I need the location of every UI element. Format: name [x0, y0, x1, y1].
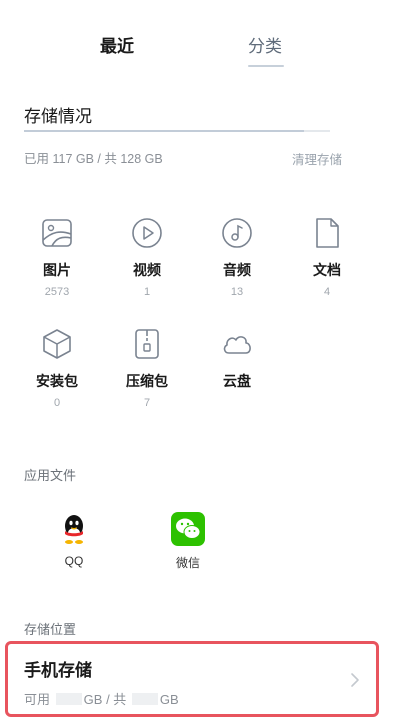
tab-bar: 最近 分类: [0, 32, 400, 72]
category-count: 0: [53, 397, 61, 409]
package-icon: [43, 329, 71, 359]
category-count: 2573: [44, 286, 70, 298]
phone-storage-item[interactable]: 手机存储 可用 GB / 共 GB: [5, 641, 379, 717]
category-count: 7: [143, 397, 151, 409]
category-label: 文档: [313, 262, 341, 278]
available-prefix: 可用: [24, 692, 51, 707]
clean-storage-link[interactable]: 清理存储: [292, 149, 342, 168]
redacted-value: [55, 693, 82, 705]
category-audio[interactable]: 音频 13: [202, 216, 272, 298]
category-images[interactable]: 图片 2573: [22, 216, 92, 298]
category-count: 13: [230, 286, 244, 298]
app-qq[interactable]: QQ: [44, 512, 104, 568]
category-label: 视频: [133, 262, 161, 278]
category-label: 云盘: [223, 373, 251, 389]
category-label: 安装包: [36, 373, 78, 389]
storage-usage-bar: [24, 130, 330, 132]
tab-recent[interactable]: 最近: [100, 32, 134, 57]
document-icon: [316, 218, 339, 248]
phone-storage-capacity: 可用 GB / 共 GB: [24, 689, 179, 708]
video-icon: [132, 218, 162, 248]
chevron-right-icon: [351, 673, 359, 687]
category-count: 4: [323, 286, 331, 298]
category-label: 音频: [223, 262, 251, 278]
total-unit: GB: [159, 692, 179, 707]
tab-category[interactable]: 分类: [248, 32, 282, 57]
phone-storage-title: 手机存储: [24, 661, 92, 680]
image-icon: [42, 219, 72, 247]
storage-usage-fill: [24, 130, 304, 132]
app-label: 微信: [175, 556, 200, 570]
category-cloud[interactable]: 云盘: [202, 327, 272, 397]
storage-title: 存储情况: [24, 107, 92, 126]
redacted-value: [131, 693, 158, 705]
category-videos[interactable]: 视频 1: [112, 216, 182, 298]
category-archives[interactable]: 压缩包 7: [112, 327, 182, 409]
available-unit: GB: [83, 692, 103, 707]
qq-icon: [65, 515, 83, 544]
category-label: 图片: [43, 262, 71, 278]
audio-icon: [222, 218, 252, 248]
storage-used-text: 已用 117 GB / 共 128 GB: [24, 152, 163, 166]
tab-category-indicator: [248, 65, 284, 67]
category-count: 1: [143, 286, 151, 298]
cloud-icon: [223, 336, 251, 354]
category-packages[interactable]: 安装包 0: [22, 327, 92, 409]
app-files-heading: 应用文件: [24, 468, 77, 483]
category-label: 压缩包: [126, 373, 168, 389]
storage-location-heading: 存储位置: [24, 622, 77, 637]
wechat-icon: [171, 512, 205, 546]
archive-icon: [135, 329, 159, 359]
app-label: QQ: [64, 554, 84, 568]
category-documents[interactable]: 文档 4: [292, 216, 362, 298]
app-wechat[interactable]: 微信: [158, 512, 218, 571]
total-separator: / 共: [106, 692, 127, 707]
